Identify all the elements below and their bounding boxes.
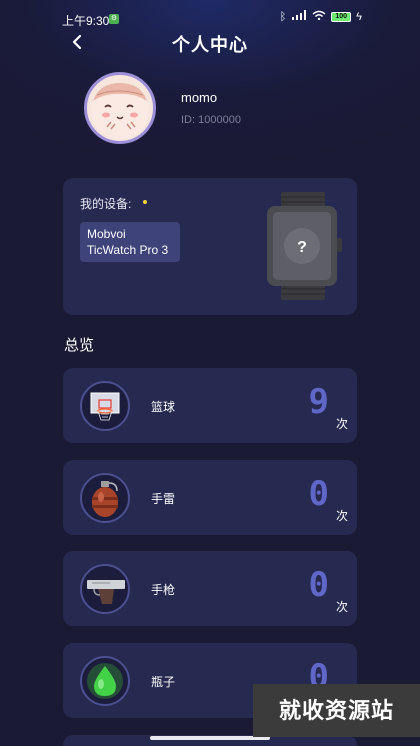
avatar-character-icon: [91, 83, 149, 139]
pistol-icon: [80, 564, 130, 614]
stat-count: 0: [308, 474, 329, 514]
stat-card-pistol[interactable]: 手枪 0 次: [63, 551, 357, 626]
battery-icon: 100: [331, 11, 352, 22]
stat-name: 手枪: [151, 583, 176, 597]
page-title: 个人中心: [172, 35, 248, 55]
stat-name: 篮球: [151, 400, 176, 414]
device-card[interactable]: 我的设备: Mobvoi TicWatch Pro 3 ?: [63, 178, 357, 315]
status-icons: ᛒ 100 ϟ: [280, 10, 362, 23]
avatar[interactable]: [84, 72, 156, 144]
basketball-hoop-icon: [80, 381, 130, 431]
bluetooth-icon: ᛒ: [279, 10, 287, 23]
user-id: ID: 1000000: [181, 114, 241, 126]
device-status-dot: [143, 200, 147, 204]
stat-unit: 次: [335, 417, 348, 431]
device-name-line2: TicWatch Pro 3: [87, 243, 169, 257]
watch-face-symbol: ?: [297, 239, 307, 256]
header: 个人中心: [0, 28, 420, 58]
stat-card-grenade[interactable]: 手雷 0 次: [63, 460, 357, 535]
grenade-icon: [80, 473, 130, 523]
stat-unit: 次: [335, 509, 348, 523]
wifi-icon: [312, 10, 326, 23]
stat-unit: 次: [335, 600, 348, 614]
device-name[interactable]: Mobvoi TicWatch Pro 3: [80, 222, 180, 262]
device-label: 我的设备:: [80, 197, 132, 211]
stat-count: 0: [308, 565, 329, 605]
signal-icon: [291, 10, 307, 23]
stat-count: 9: [308, 382, 329, 422]
charging-icon: ϟ: [356, 10, 362, 23]
smartwatch-icon: ?: [267, 192, 342, 300]
stat-card-basketball[interactable]: 篮球 9 次: [63, 368, 357, 443]
notification-icon: ⚙: [109, 14, 119, 24]
status-time: 上午9:30: [62, 14, 110, 28]
overview-title: 总览: [64, 337, 95, 354]
watermark: 就收资源站: [253, 684, 420, 737]
stat-name: 手雷: [151, 492, 176, 506]
username: momo: [181, 90, 218, 105]
bottle-icon: [80, 656, 130, 706]
stat-name: 瓶子: [151, 675, 176, 689]
home-indicator[interactable]: [150, 736, 270, 740]
device-name-line1: Mobvoi: [87, 227, 126, 241]
